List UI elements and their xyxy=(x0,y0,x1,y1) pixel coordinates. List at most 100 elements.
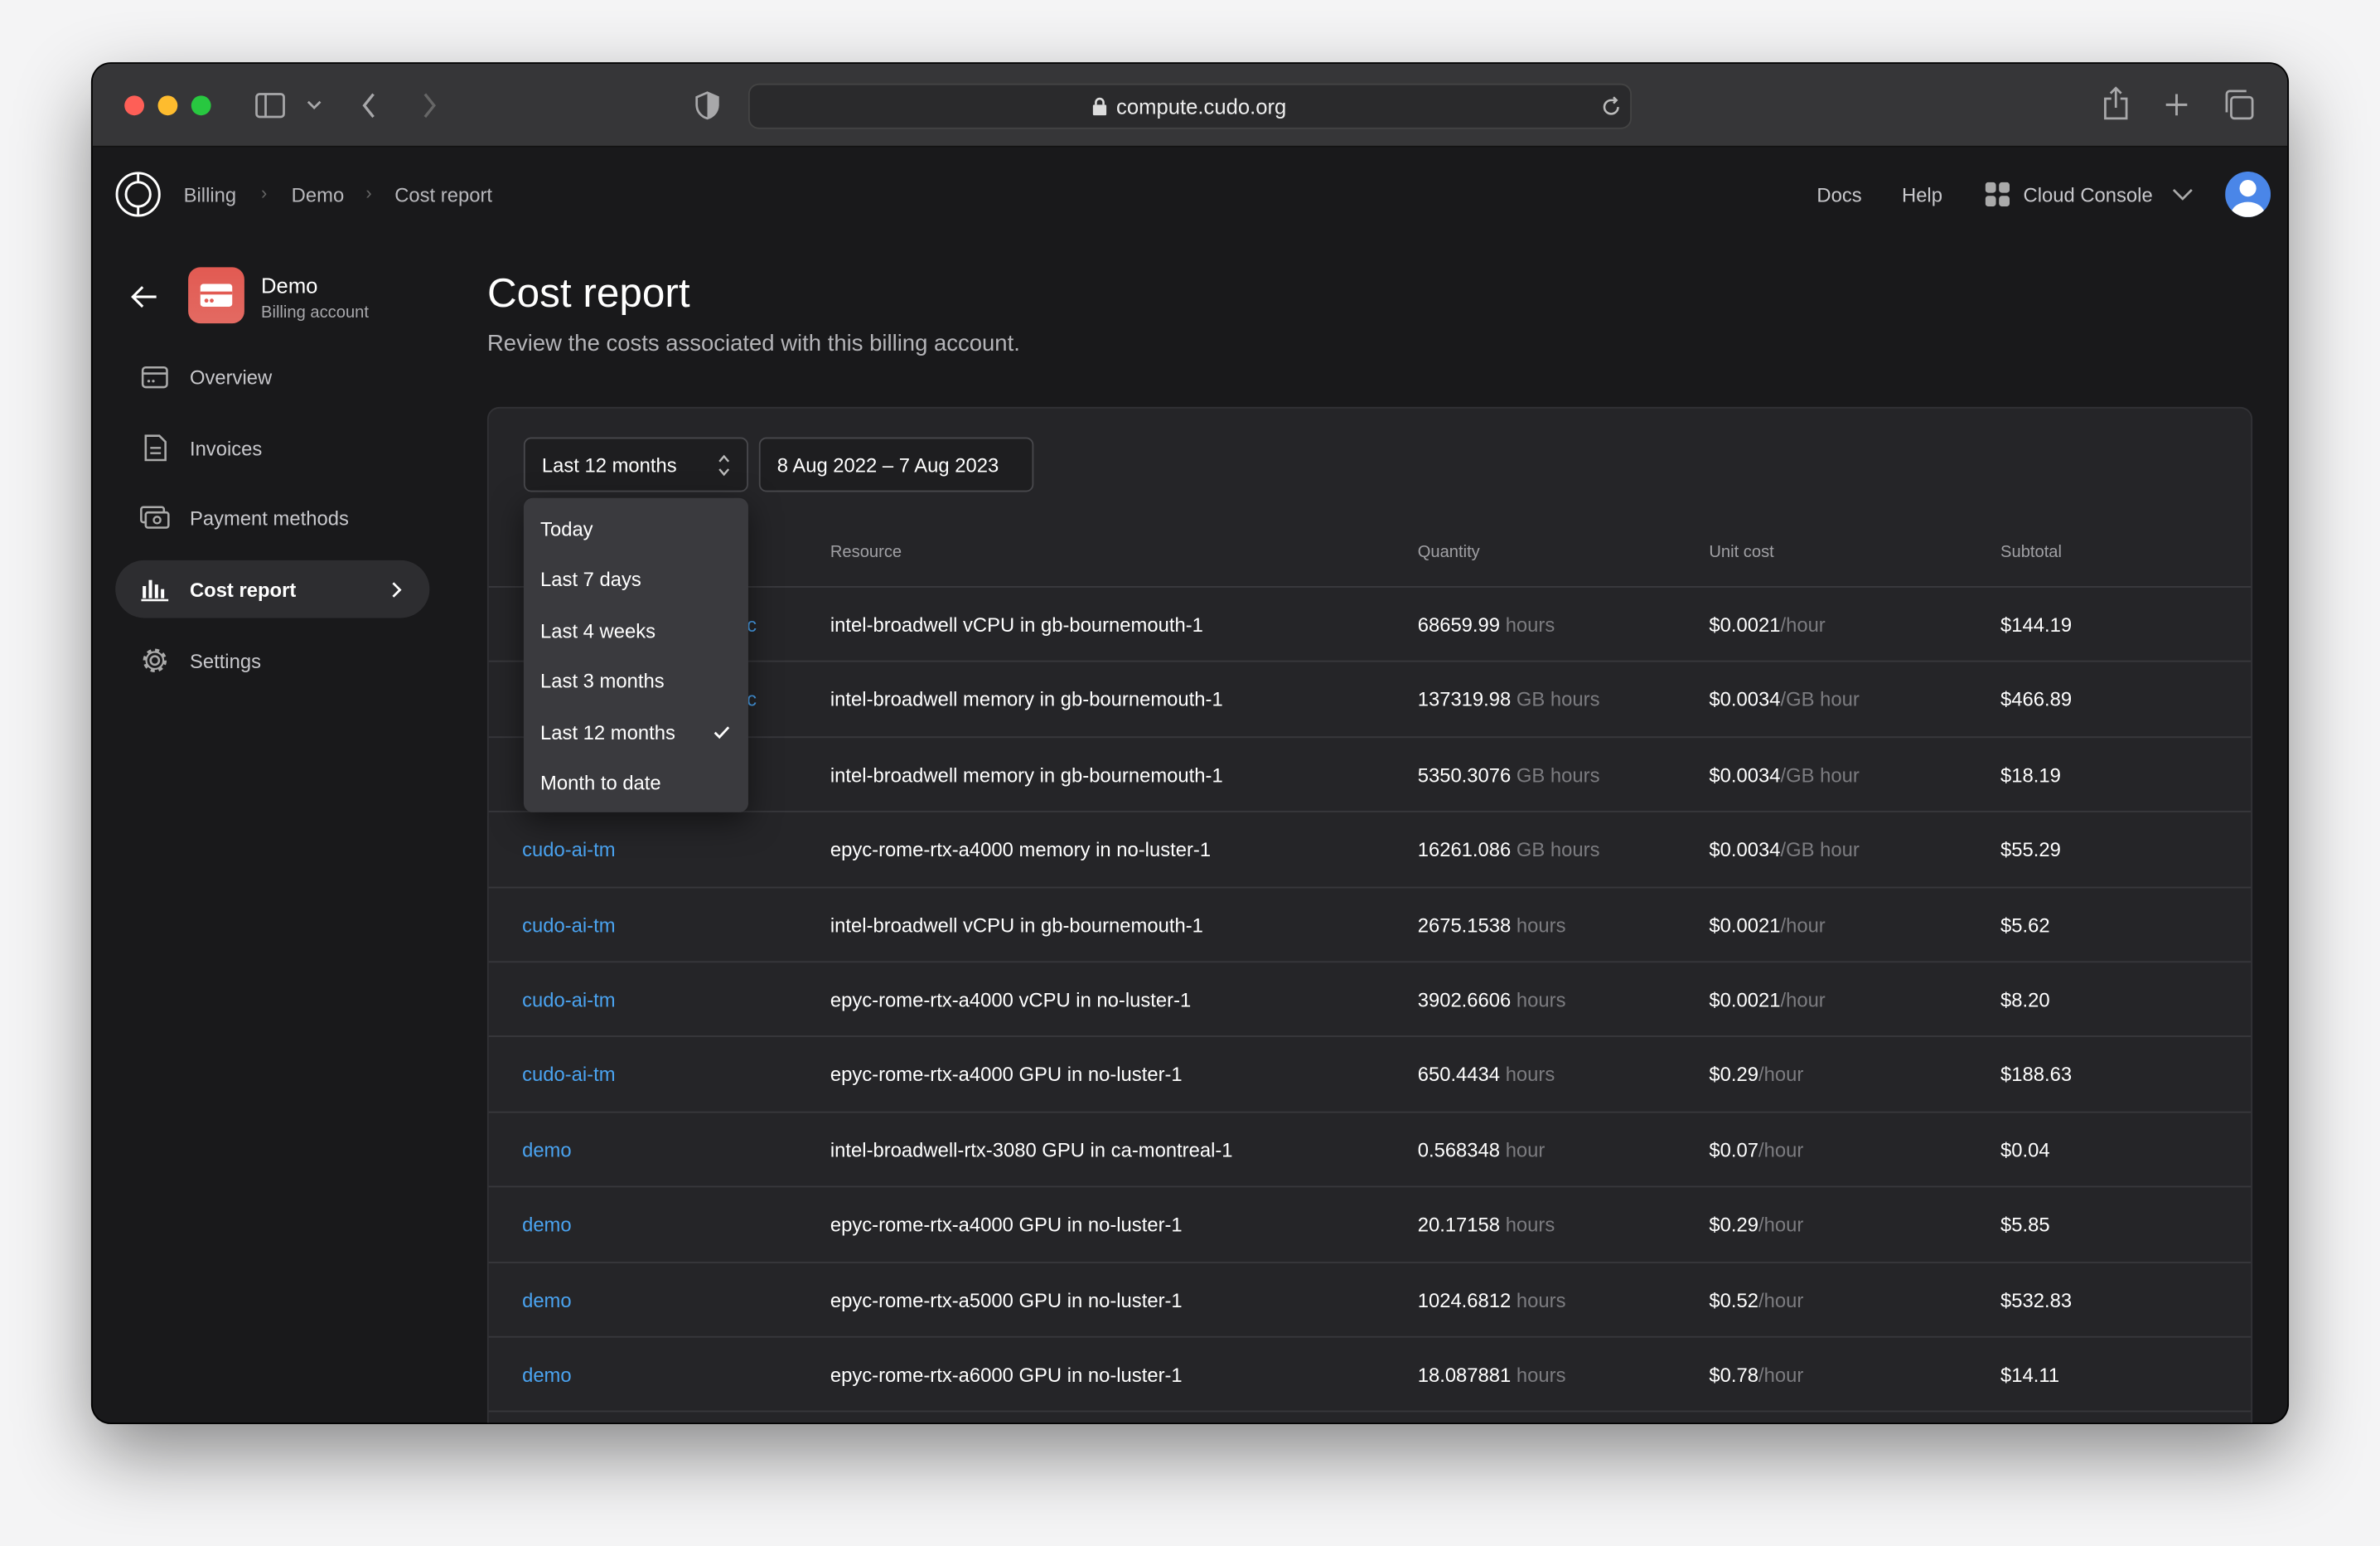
option-label: Last 4 weeks xyxy=(540,618,656,642)
help-link[interactable]: Help xyxy=(1902,184,1942,206)
cudo-logo-icon[interactable] xyxy=(115,172,161,217)
unit-cost-value: $0.07 xyxy=(1709,1138,1758,1161)
dropdown-option[interactable]: Last 4 weeks xyxy=(524,605,748,655)
unit-cost-value: $0.29 xyxy=(1709,1063,1758,1087)
account-link[interactable]: demo xyxy=(522,1138,572,1161)
table-row: demo intel-broadwell-rtx-3080 GPU in ca-m… xyxy=(488,1112,2252,1188)
column-header-quantity[interactable]: Quantity xyxy=(1418,544,1480,562)
account-link[interactable]: cudo-ai-tm xyxy=(522,914,616,936)
breadcrumb-demo[interactable]: Demo xyxy=(292,184,345,206)
quantity-value: 0.568348 xyxy=(1417,1138,1501,1161)
grid-icon xyxy=(1985,182,2010,207)
table-row: demo epyc-rome-rtx-a6000 GPU in no-luster… xyxy=(488,1338,2252,1413)
quantity-value: 137319.98 xyxy=(1417,688,1512,711)
close-window-button[interactable] xyxy=(124,95,145,116)
date-range-dropdown: Today Last 7 days Last 4 weeks Last 3 month… xyxy=(523,497,748,812)
quantity-unit: GB hours xyxy=(1516,688,1600,711)
chevron-down-icon xyxy=(2173,188,2194,201)
back-arrow-icon[interactable] xyxy=(131,285,158,308)
account-link[interactable]: demo xyxy=(522,1288,572,1311)
breadcrumb-billing[interactable]: Billing xyxy=(184,184,237,206)
unit-cost-cell: $0.52/hour xyxy=(1709,1288,1803,1311)
option-label: Last 12 months xyxy=(540,720,675,744)
account-link[interactable]: cudo-ai-tm xyxy=(522,838,616,860)
docs-link[interactable]: Docs xyxy=(1816,184,1861,206)
browser-titlebar: compute.cudo.org xyxy=(92,63,2288,148)
reload-icon[interactable] xyxy=(1600,95,1623,118)
tab-overview-icon[interactable] xyxy=(2223,90,2254,120)
quantity-value: 3902.6606 xyxy=(1417,988,1512,1011)
share-icon[interactable] xyxy=(2102,86,2130,120)
gear-icon xyxy=(143,648,167,673)
unit-cost-unit: /hour xyxy=(1758,1363,1804,1387)
account-link[interactable]: cudo-ai-tm xyxy=(522,1064,616,1086)
table-row: c intel-broadwell vCPU in gb-bournemouth-… xyxy=(488,588,2252,663)
date-range-select[interactable]: Last 12 months xyxy=(523,437,748,492)
sidebar-item-overview[interactable]: Overview xyxy=(115,347,429,405)
sidebar-item-invoices[interactable]: Invoices xyxy=(115,419,429,477)
address-bar[interactable]: compute.cudo.org xyxy=(747,83,1632,129)
checkmark-icon xyxy=(714,725,730,739)
dropdown-option[interactable]: Today xyxy=(524,504,748,554)
unit-cost-cell: $0.0021/hour xyxy=(1709,988,1825,1010)
quantity-unit: hour xyxy=(1505,1138,1546,1161)
dropdown-option[interactable]: Month to date xyxy=(524,758,748,807)
quantity-cell: 68659.99 hours xyxy=(1418,613,1555,636)
quantity-value: 650.4434 xyxy=(1417,1063,1501,1087)
unit-cost-value: $0.29 xyxy=(1709,1213,1758,1237)
subtotal-cell: $55.29 xyxy=(2000,838,2061,861)
dropdown-option[interactable]: Last 12 months xyxy=(524,707,748,757)
resource-cell: intel-broadwell memory in gb-bournemouth… xyxy=(830,763,1223,787)
minimize-window-button[interactable] xyxy=(157,95,178,116)
shield-icon[interactable] xyxy=(695,91,719,120)
date-range-text: 8 Aug 2022 – 7 Aug 2023 xyxy=(776,453,999,477)
table-row: cudo-ai-tm epyc-rome-rtx-a4000 GPU in no-… xyxy=(488,1038,2252,1113)
sidebar-item-cost-report[interactable]: Cost report xyxy=(115,560,430,618)
unit-cost-unit: /hour xyxy=(1780,913,1826,937)
column-header-unit-cost[interactable]: Unit cost xyxy=(1709,544,1773,562)
dropdown-option[interactable]: Last 3 months xyxy=(524,657,748,706)
new-tab-icon[interactable] xyxy=(2165,93,2189,117)
sidebar-item-settings[interactable]: Settings xyxy=(115,632,429,690)
resource-cell: epyc-rome-rtx-a4000 GPU in no-luster-1 xyxy=(830,1213,1183,1237)
unit-cost-value: $0.52 xyxy=(1709,1288,1758,1311)
quantity-cell: 5350.3076 GB hours xyxy=(1418,763,1600,786)
unit-cost-unit: /hour xyxy=(1780,613,1826,637)
dropdown-option[interactable]: Last 7 days xyxy=(524,555,748,604)
sidebar-toggle-icon[interactable] xyxy=(255,93,286,119)
unit-cost-value: $0.0034 xyxy=(1709,763,1781,787)
avatar[interactable] xyxy=(2225,171,2271,217)
account-link[interactable]: demo xyxy=(522,1214,572,1236)
unit-cost-cell: $0.0034/GB hour xyxy=(1709,763,1859,786)
subtotal-cell: $5.62 xyxy=(2000,913,2050,937)
maximize-window-button[interactable] xyxy=(191,95,211,116)
table-row: cudo-ai-tm epyc-rome-rtx-a4000 vCPU in no… xyxy=(488,962,2252,1038)
quantity-value: 1024.6812 xyxy=(1417,1288,1512,1311)
back-icon[interactable] xyxy=(361,93,376,119)
table-row: intel-broadwell memory in gb-bournemouth… xyxy=(488,738,2252,813)
unit-cost-value: $0.0021 xyxy=(1709,913,1781,937)
unit-cost-unit: /GB hour xyxy=(1780,838,1860,861)
quantity-unit: hours xyxy=(1516,988,1566,1011)
date-range-picker[interactable]: 8 Aug 2022 – 7 Aug 2023 xyxy=(758,437,1034,492)
subtotal-cell: $188.63 xyxy=(2000,1063,2073,1087)
forward-icon[interactable] xyxy=(422,93,437,119)
cloud-console-menu[interactable]: Cloud Console xyxy=(1985,182,2194,207)
unit-cost-value: $0.0034 xyxy=(1709,838,1781,861)
account-link[interactable]: cudo-ai-tm xyxy=(522,988,616,1010)
option-label: Last 7 days xyxy=(540,568,641,592)
column-header-resource[interactable]: Resource xyxy=(830,544,902,562)
unit-cost-value: $0.78 xyxy=(1709,1363,1758,1387)
breadcrumb-separator-icon: › xyxy=(365,182,372,204)
chevron-down-icon[interactable] xyxy=(307,100,322,111)
unit-cost-unit: /hour xyxy=(1758,1288,1804,1311)
account-link[interactable]: demo xyxy=(522,1364,572,1386)
sidebar-item-payment-methods[interactable]: Payment methods xyxy=(115,489,429,547)
column-header-subtotal[interactable]: Subtotal xyxy=(2000,544,2062,562)
option-label: Today xyxy=(540,517,593,541)
quantity-value: 2675.1538 xyxy=(1417,913,1512,937)
resource-cell: epyc-rome-rtx-a4000 GPU in no-luster-1 xyxy=(830,1063,1183,1087)
date-range-value: Last 12 months xyxy=(541,453,677,477)
quantity-unit: hours xyxy=(1516,1363,1566,1387)
resource-cell: epyc-rome-rtx-a4000 memory in no-luster-… xyxy=(830,838,1212,861)
